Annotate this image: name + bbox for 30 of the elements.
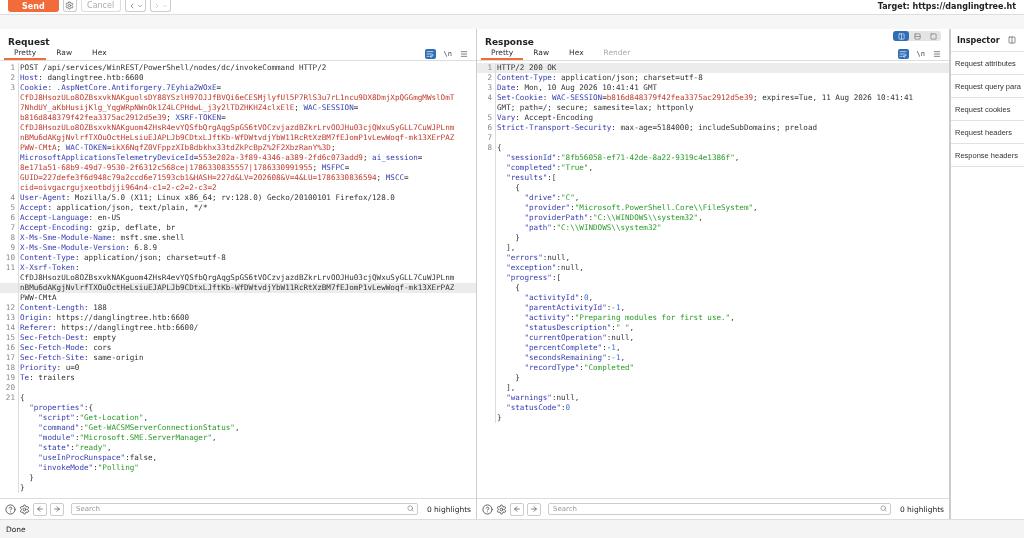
arrow-left-icon <box>36 505 44 513</box>
target-label: Target: https://danglingtree.ht <box>877 1 1016 11</box>
arrow-right-icon <box>530 505 538 513</box>
settings-button[interactable] <box>62 0 77 12</box>
pane-title: Response <box>485 37 534 47</box>
search-icon <box>406 505 414 512</box>
code-line <box>18 383 20 393</box>
arrow-right-icon <box>53 505 61 513</box>
menu-icon[interactable] <box>933 49 941 58</box>
back-button[interactable] <box>124 0 146 12</box>
arrow-left-icon <box>513 505 521 513</box>
back-button[interactable] <box>510 502 524 516</box>
pane-title: Request <box>8 37 50 47</box>
menu-icon[interactable] <box>460 49 468 58</box>
forward-button[interactable] <box>50 502 64 516</box>
search-icon <box>879 505 887 512</box>
help-icon[interactable] <box>5 503 16 515</box>
code-line <box>495 133 497 143</box>
inspector-title: Inspector <box>957 35 1000 45</box>
back-button[interactable] <box>33 502 47 516</box>
settings-icon[interactable] <box>496 503 507 515</box>
help-icon[interactable] <box>482 503 493 515</box>
dropdown-caret-icon <box>161 2 168 9</box>
wrap-text-icon[interactable] <box>897 48 909 59</box>
dropdown-caret-icon <box>136 2 143 9</box>
layout-toggle-button[interactable] <box>893 31 909 41</box>
layout-icon[interactable] <box>1007 36 1016 44</box>
wrap-text-icon[interactable] <box>424 48 436 59</box>
settings-icon[interactable] <box>19 503 30 515</box>
forward-button[interactable] <box>527 502 541 516</box>
